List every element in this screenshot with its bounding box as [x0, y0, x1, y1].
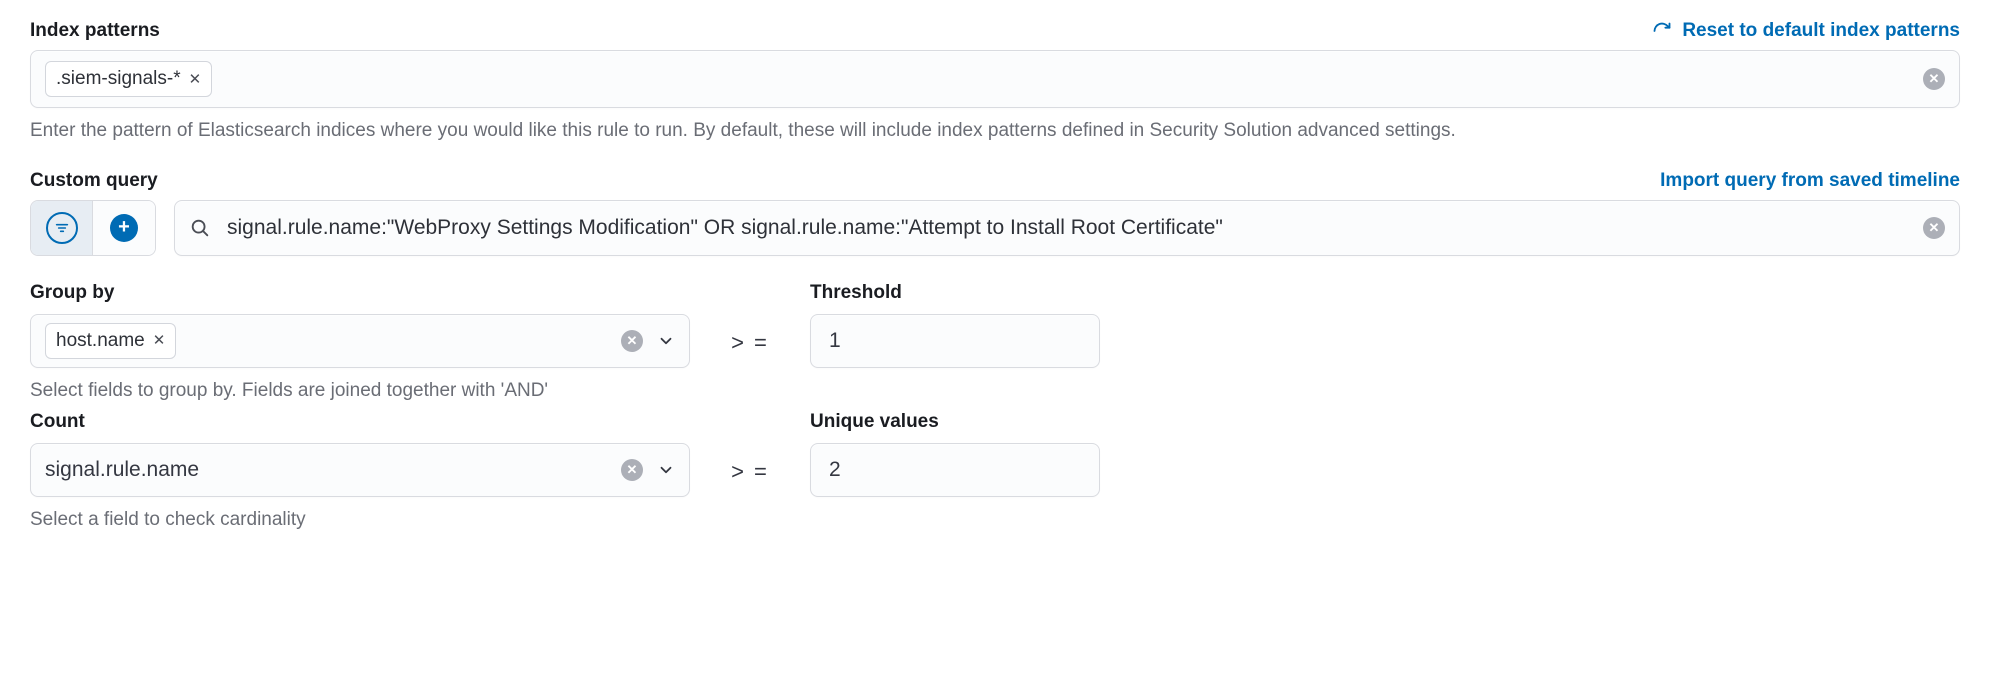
import-query-link[interactable]: Import query from saved timeline — [1660, 170, 1960, 192]
index-patterns-label: Index patterns — [30, 20, 160, 42]
threshold-value: 1 — [825, 329, 845, 353]
custom-query-label: Custom query — [30, 170, 158, 192]
count-help: Select a field to check cardinality — [30, 507, 690, 533]
index-pattern-pill[interactable]: .siem-signals-* ✕ — [45, 61, 212, 97]
clear-count-icon[interactable]: ✕ — [621, 459, 643, 481]
toggle-filter-button[interactable] — [31, 201, 93, 255]
threshold-label: Threshold — [810, 282, 1100, 304]
unique-values-input[interactable]: 2 — [810, 443, 1100, 497]
refresh-icon — [1652, 21, 1672, 41]
unique-values-value: 2 — [825, 458, 845, 482]
remove-pill-icon[interactable]: ✕ — [189, 72, 202, 87]
index-pattern-pill-text: .siem-signals-* — [56, 68, 181, 90]
reset-link-text: Reset to default index patterns — [1682, 20, 1960, 42]
clear-group-by-icon[interactable]: ✕ — [621, 330, 643, 352]
unique-operator: > = — [710, 445, 790, 499]
chevron-down-icon — [657, 461, 675, 479]
index-patterns-help: Enter the pattern of Elasticsearch indic… — [30, 118, 1960, 144]
threshold-input[interactable]: 1 — [810, 314, 1100, 368]
unique-values-label: Unique values — [810, 411, 1100, 433]
group-by-pill-text: host.name — [56, 330, 145, 352]
add-filter-button[interactable]: + — [93, 201, 155, 255]
clear-query-icon[interactable]: ✕ — [1923, 217, 1945, 239]
reset-index-patterns-link[interactable]: Reset to default index patterns — [1652, 20, 1960, 42]
search-icon — [189, 217, 211, 239]
query-filter-buttons: + — [30, 200, 156, 256]
clear-index-patterns-icon[interactable]: ✕ — [1923, 68, 1945, 90]
group-by-input[interactable]: host.name ✕ ✕ — [30, 314, 690, 368]
custom-query-value: signal.rule.name:"WebProxy Settings Modi… — [227, 216, 1223, 240]
filter-icon — [46, 212, 78, 244]
group-by-pill[interactable]: host.name ✕ — [45, 323, 176, 359]
count-label: Count — [30, 411, 690, 433]
group-by-label: Group by — [30, 282, 690, 304]
chevron-down-icon — [657, 332, 675, 350]
remove-group-pill-icon[interactable]: ✕ — [153, 333, 166, 348]
group-by-help: Select fields to group by. Fields are jo… — [30, 378, 690, 404]
count-value: signal.rule.name — [45, 458, 611, 482]
custom-query-input[interactable]: signal.rule.name:"WebProxy Settings Modi… — [174, 200, 1960, 256]
count-input[interactable]: signal.rule.name ✕ — [30, 443, 690, 497]
plus-icon: + — [110, 214, 138, 242]
threshold-operator: > = — [710, 316, 790, 370]
index-patterns-input[interactable]: .siem-signals-* ✕ ✕ — [30, 50, 1960, 108]
import-query-text: Import query from saved timeline — [1660, 170, 1960, 192]
